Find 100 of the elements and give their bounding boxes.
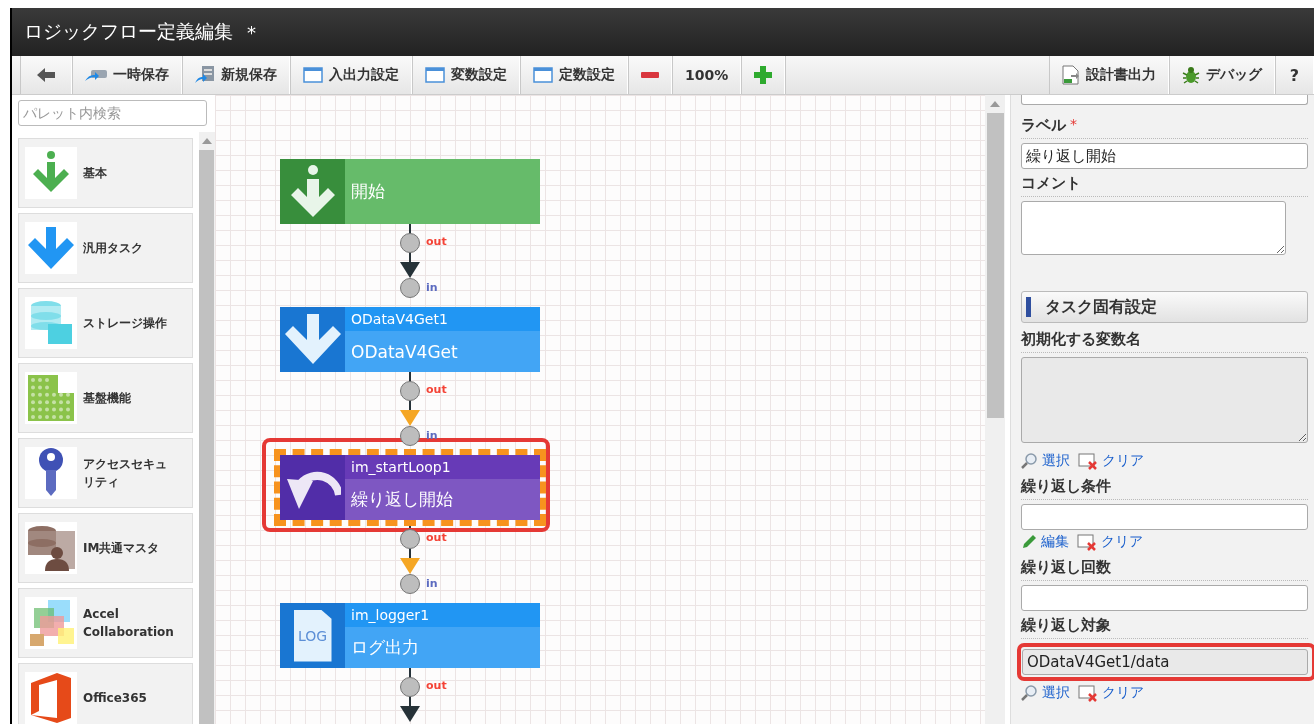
plus-icon (754, 66, 773, 84)
back-button[interactable] (20, 56, 72, 94)
palette-item[interactable]: 汎用タスク (18, 213, 193, 283)
back-arrow-icon (37, 68, 55, 82)
search-icon (1021, 453, 1038, 469)
palette-item[interactable]: ストレージ操作 (18, 288, 193, 358)
palette-item-label: 汎用タスク (83, 240, 143, 257)
input-port[interactable] (400, 426, 420, 446)
text-field[interactable] (1021, 95, 1308, 105)
scrollbar[interactable] (985, 95, 1005, 724)
field-label: コメント (1021, 174, 1081, 193)
palette-search-field[interactable]: パレット内検索 (18, 100, 207, 126)
toolbar-button[interactable]: 新規保存 (182, 56, 290, 94)
minus-icon (641, 72, 659, 78)
building-blocks-icon (28, 375, 74, 421)
text-area[interactable] (1021, 201, 1286, 255)
palette-item-label: Accel Collaboration (83, 606, 175, 641)
modified-mark: * (247, 21, 256, 43)
office-logo-icon (31, 673, 71, 723)
input-port[interactable] (400, 574, 420, 594)
palette-item[interactable]: IM共通マスタ (18, 513, 193, 583)
node-label: ODataV4Get (345, 331, 540, 372)
node-name: im_startLoop1 (345, 455, 540, 479)
palette-item-label: 基本 (83, 165, 107, 182)
node-label: ログ出力 (345, 627, 540, 668)
field-label: 初期化する変数名 (1021, 330, 1141, 349)
clear-icon (1078, 452, 1098, 470)
node-name: ODataV4Get1 (345, 307, 540, 331)
field-label: ラベル (1021, 116, 1066, 135)
required-mark: * (1070, 116, 1077, 134)
port-label: in (426, 281, 438, 294)
window-icon (533, 67, 553, 83)
save-icon (85, 68, 107, 82)
palette-item-label: IM共通マスタ (83, 540, 160, 557)
zoom-in-button[interactable] (741, 56, 786, 94)
node-name: im_logger1 (345, 603, 540, 627)
palette-item[interactable]: Office365 (18, 663, 193, 724)
output-port[interactable] (400, 381, 420, 401)
key-icon (36, 448, 66, 498)
input-port[interactable] (400, 278, 420, 298)
palette-item-label: アクセスセキュリティ (83, 456, 168, 491)
field-label: 繰り返し回数 (1021, 558, 1111, 577)
node-label: 繰り返し開始 (345, 479, 540, 520)
node-label: 開始 (345, 159, 540, 224)
text-field[interactable] (1021, 504, 1308, 530)
server-save-icon (195, 66, 215, 84)
port-label: out (426, 531, 447, 544)
action-link[interactable]: 選択 (1021, 452, 1070, 470)
palette-item-label: ストレージ操作 (83, 315, 167, 332)
action-link[interactable]: クリア (1078, 452, 1144, 470)
log-file-icon: LOG (293, 609, 332, 662)
flow-node[interactable]: im_startLoop1 繰り返し開始 (280, 455, 540, 520)
field-label: 繰り返し対象 (1021, 616, 1111, 635)
section-header[interactable]: タスク固有設定 (1021, 291, 1308, 323)
toolbar-button[interactable]: デバッグ (1168, 56, 1275, 94)
scrollbar-thumb[interactable] (986, 113, 1004, 418)
clear-icon (1078, 684, 1098, 702)
palette-item[interactable]: Accel Collaboration (18, 588, 193, 658)
action-link[interactable]: クリア (1078, 684, 1144, 702)
down-arrow-icon (284, 313, 341, 366)
window-icon (303, 67, 323, 83)
search-icon (1021, 685, 1038, 701)
action-link[interactable]: 選択 (1021, 684, 1070, 702)
toolbar-button[interactable]: 設計書出力 (1048, 56, 1169, 94)
zoom-level: 100% (672, 56, 742, 94)
section-title: タスク固有設定 (1045, 296, 1157, 318)
action-link[interactable]: クリア (1077, 533, 1143, 551)
clear-icon (1077, 533, 1097, 551)
output-port[interactable] (400, 529, 420, 549)
zoom-out-button[interactable] (628, 56, 672, 94)
accent-bar (1026, 297, 1031, 317)
overlapping-squares-icon (28, 600, 74, 646)
text-field[interactable] (1021, 585, 1308, 611)
output-port[interactable] (400, 677, 420, 697)
toolbar-button[interactable]: 一時保存 (72, 56, 182, 94)
toolbar-button[interactable]: 変数設定 (412, 56, 520, 94)
palette-item-label: Office365 (83, 690, 147, 707)
document-export-icon (1061, 65, 1080, 85)
port-label: out (426, 679, 447, 692)
toolbar-button[interactable]: 入出力設定 (290, 56, 412, 94)
palette-item[interactable]: 基本 (18, 138, 193, 208)
down-arrow-icon (28, 227, 74, 269)
database-folder-icon (30, 300, 72, 346)
window-title: ロジックフロー定義編集 (24, 19, 233, 44)
palette-item[interactable]: 基盤機能 (18, 363, 193, 433)
toolbar-button[interactable]: 定数設定 (520, 56, 628, 94)
help-button[interactable]: ? (1274, 56, 1314, 94)
palette-item-label: 基盤機能 (83, 390, 131, 407)
palette-item[interactable]: アクセスセキュリティ (18, 438, 193, 508)
scroll-up-icon[interactable] (990, 101, 1000, 107)
port-label: in (426, 577, 438, 590)
port-label: out (426, 383, 447, 396)
window-icon (425, 67, 445, 83)
database-person-icon (27, 525, 75, 571)
text-field[interactable]: 繰り返し開始 (1021, 143, 1308, 169)
action-link[interactable]: 編集 (1021, 533, 1069, 551)
port-label: out (426, 235, 447, 248)
output-port[interactable] (400, 233, 420, 253)
field-label: 繰り返し条件 (1021, 477, 1111, 496)
pencil-icon (1021, 534, 1037, 550)
